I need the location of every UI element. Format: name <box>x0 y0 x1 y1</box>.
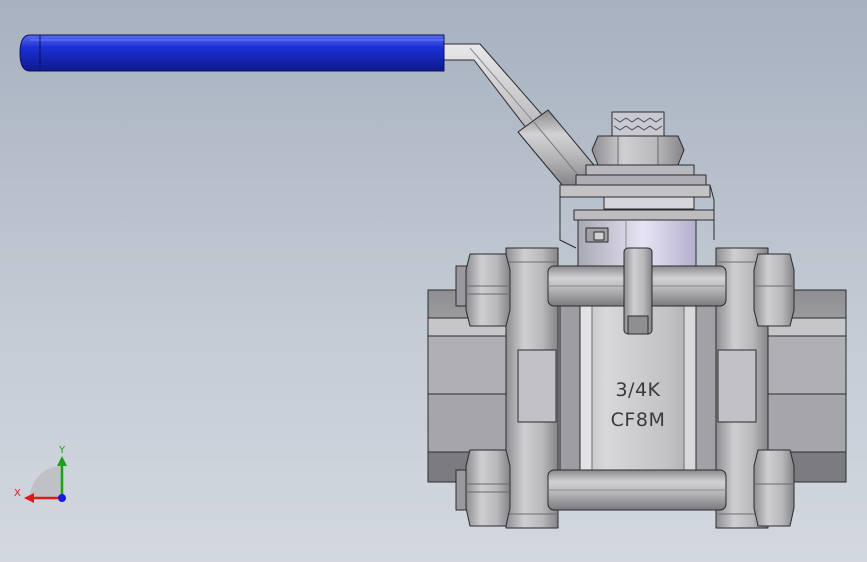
axis-y-label: Y <box>58 445 66 456</box>
coordinate-triad-icon: Y X <box>14 445 67 503</box>
stop-plate <box>559 184 711 198</box>
ball-valve-drawing: 3/4K CF8M Y X <box>14 34 847 529</box>
bolt-head-bottom-right <box>753 449 795 527</box>
cad-viewport[interactable]: 3/4K CF8M Y X <box>0 0 867 562</box>
material-marking: CF8M <box>611 409 666 431</box>
stem-nut <box>591 135 685 166</box>
stem-assembly <box>559 111 715 267</box>
bolt-head-top-right <box>753 253 795 327</box>
size-marking: 3/4K <box>615 379 660 401</box>
handle[interactable] <box>19 34 599 193</box>
axis-x-label: X <box>14 488 21 499</box>
tie-bolt-bottom <box>547 469 727 511</box>
stem-thread <box>611 111 665 137</box>
